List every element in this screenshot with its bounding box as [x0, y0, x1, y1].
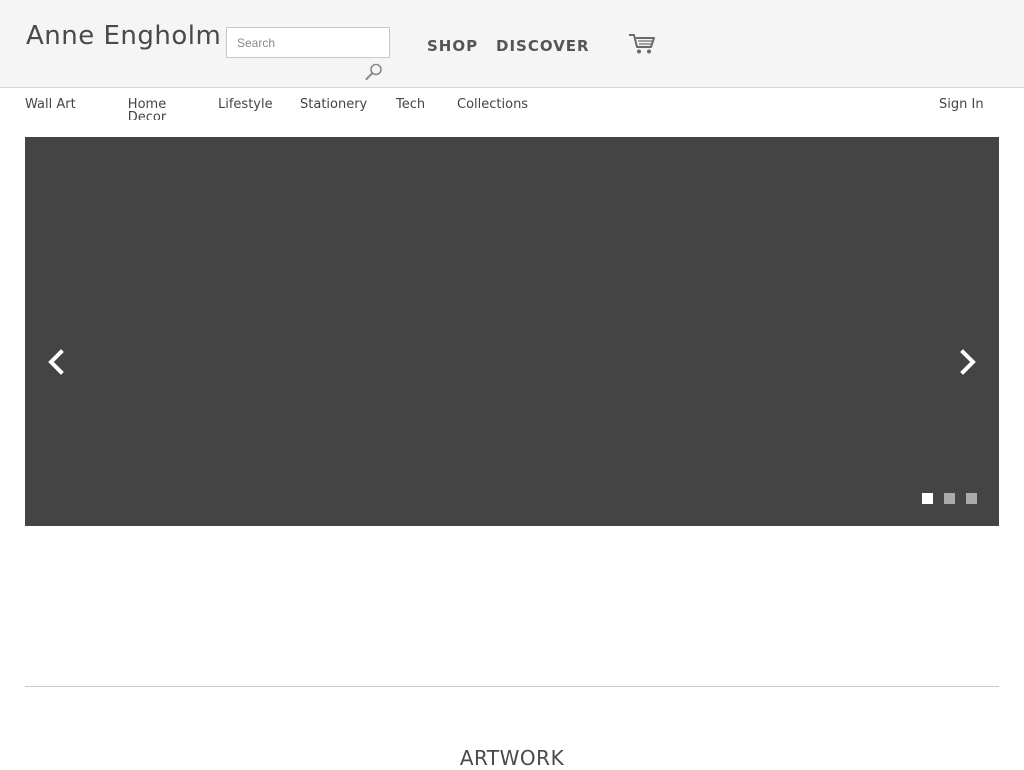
- nav-item-home-decor[interactable]: Home Decor: [125, 98, 169, 120]
- carousel-dot-2[interactable]: [944, 493, 955, 504]
- shop-link[interactable]: SHOP: [427, 37, 478, 55]
- site-title[interactable]: Anne Engholm: [26, 21, 221, 51]
- category-nav: Wall Art Home Decor Lifestyle Stationery…: [0, 88, 1024, 136]
- discover-link[interactable]: DISCOVER: [496, 37, 590, 55]
- cart-icon: [629, 34, 655, 54]
- chevron-left-icon: [48, 349, 64, 375]
- carousel-prev-button[interactable]: [41, 347, 71, 377]
- sign-in-link[interactable]: Sign In: [939, 98, 984, 111]
- section-title: ARTWORK: [459, 746, 565, 770]
- magnifier-icon: [365, 63, 382, 80]
- nav-item-lifestyle[interactable]: Lifestyle: [218, 98, 273, 111]
- carousel-next-button[interactable]: [953, 347, 983, 377]
- nav-item-stationery[interactable]: Stationery: [300, 98, 367, 111]
- carousel-dot-3[interactable]: [966, 493, 977, 504]
- search-button[interactable]: [364, 62, 384, 82]
- section-divider: [25, 686, 999, 687]
- nav-item-collections[interactable]: Collections: [457, 98, 528, 111]
- chevron-right-icon: [960, 349, 976, 375]
- carousel-dot-1[interactable]: [922, 493, 933, 504]
- hero-carousel[interactable]: [25, 137, 999, 526]
- nav-item-tech[interactable]: Tech: [396, 98, 425, 111]
- cart-button[interactable]: [628, 33, 656, 55]
- search-input[interactable]: [226, 27, 390, 58]
- nav-item-wall-art[interactable]: Wall Art: [25, 98, 76, 111]
- header: Anne Engholm SHOP DISCOVER: [0, 0, 1024, 88]
